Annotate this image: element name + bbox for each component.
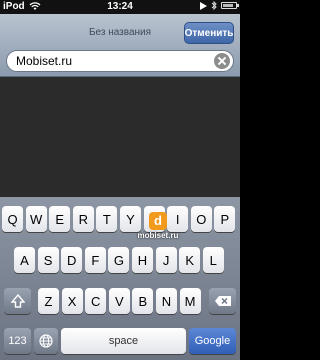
status-right — [200, 1, 239, 10]
cancel-button[interactable]: Отменить — [184, 22, 234, 44]
key-f[interactable]: F — [84, 247, 106, 273]
address-field[interactable]: Mobiset.ru — [6, 50, 234, 72]
numbers-key-label: 123 — [8, 335, 27, 347]
go-key[interactable]: Google — [189, 328, 236, 354]
key-label: Z — [44, 293, 53, 309]
keyboard: 123 space Google QWERTYUIOPASDFGHJKLZXCV… — [0, 197, 240, 360]
key-label: T — [102, 211, 111, 227]
key-label: W — [29, 211, 43, 227]
space-key[interactable]: space — [61, 328, 186, 354]
key-o[interactable]: O — [190, 206, 212, 232]
key-label: G — [113, 252, 124, 268]
key-m[interactable]: M — [179, 288, 201, 314]
globe-icon — [39, 334, 53, 348]
backspace-key[interactable] — [209, 288, 236, 314]
key-label: M — [184, 293, 196, 309]
key-c[interactable]: C — [85, 288, 107, 314]
key-t[interactable]: T — [96, 206, 118, 232]
key-label: C — [90, 293, 101, 309]
key-v[interactable]: V — [108, 288, 130, 314]
key-e[interactable]: E — [49, 206, 71, 232]
key-j[interactable]: J — [155, 247, 177, 273]
key-label: S — [43, 252, 53, 268]
key-label: A — [20, 252, 29, 268]
clear-icon[interactable] — [214, 53, 230, 69]
bluetooth-icon — [211, 1, 217, 10]
key-label: X — [67, 293, 77, 309]
key-label: K — [185, 252, 195, 268]
key-label: H — [137, 252, 148, 268]
key-label: V — [114, 293, 124, 309]
key-label: J — [162, 252, 170, 268]
key-label: N — [161, 293, 172, 309]
key-k[interactable]: K — [179, 247, 201, 273]
numbers-key[interactable]: 123 — [4, 328, 31, 354]
battery-fill — [223, 4, 233, 7]
key-label: E — [55, 211, 65, 227]
key-label: Q — [7, 211, 18, 227]
play-icon — [200, 1, 207, 10]
watermark: d mobiset.ru — [135, 212, 181, 240]
key-a[interactable]: A — [14, 247, 35, 273]
search-bar: Без названия Отменить Mobiset.ru — [0, 14, 240, 77]
watermark-logo: d — [149, 212, 167, 230]
key-label: F — [91, 252, 100, 268]
globe-key[interactable] — [34, 328, 58, 354]
key-s[interactable]: S — [37, 247, 59, 273]
go-key-label: Google — [194, 335, 231, 347]
key-label: B — [138, 293, 148, 309]
key-label: O — [196, 211, 207, 227]
key-x[interactable]: X — [61, 288, 83, 314]
status-bar: iPod 13:24 — [0, 0, 240, 14]
cancel-button-label: Отменить — [184, 27, 234, 39]
backspace-icon — [214, 296, 231, 306]
watermark-logo-letter: d — [154, 213, 162, 228]
screen: iPod 13:24 Без названия Отменить Mobiset… — [0, 0, 240, 360]
key-n[interactable]: N — [156, 288, 177, 314]
key-q[interactable]: Q — [2, 206, 23, 232]
space-key-label: space — [108, 335, 139, 347]
key-p[interactable]: P — [214, 206, 236, 232]
key-w[interactable]: W — [25, 206, 47, 232]
key-b[interactable]: B — [132, 288, 154, 314]
shift-arrow-icon — [10, 294, 25, 308]
key-label: Y — [126, 211, 135, 227]
key-label: R — [78, 211, 88, 227]
address-text: Mobiset.ru — [16, 54, 73, 68]
key-l[interactable]: L — [202, 247, 224, 273]
watermark-text: mobiset.ru — [137, 231, 179, 240]
battery-icon — [221, 2, 239, 9]
key-g[interactable]: G — [108, 247, 130, 273]
shift-key[interactable] — [4, 288, 31, 314]
key-r[interactable]: R — [72, 206, 94, 232]
key-label: P — [220, 211, 230, 227]
key-label: L — [209, 252, 217, 268]
key-d[interactable]: D — [61, 247, 83, 273]
key-h[interactable]: H — [132, 247, 153, 273]
key-label: D — [66, 252, 77, 268]
key-z[interactable]: Z — [38, 288, 59, 314]
